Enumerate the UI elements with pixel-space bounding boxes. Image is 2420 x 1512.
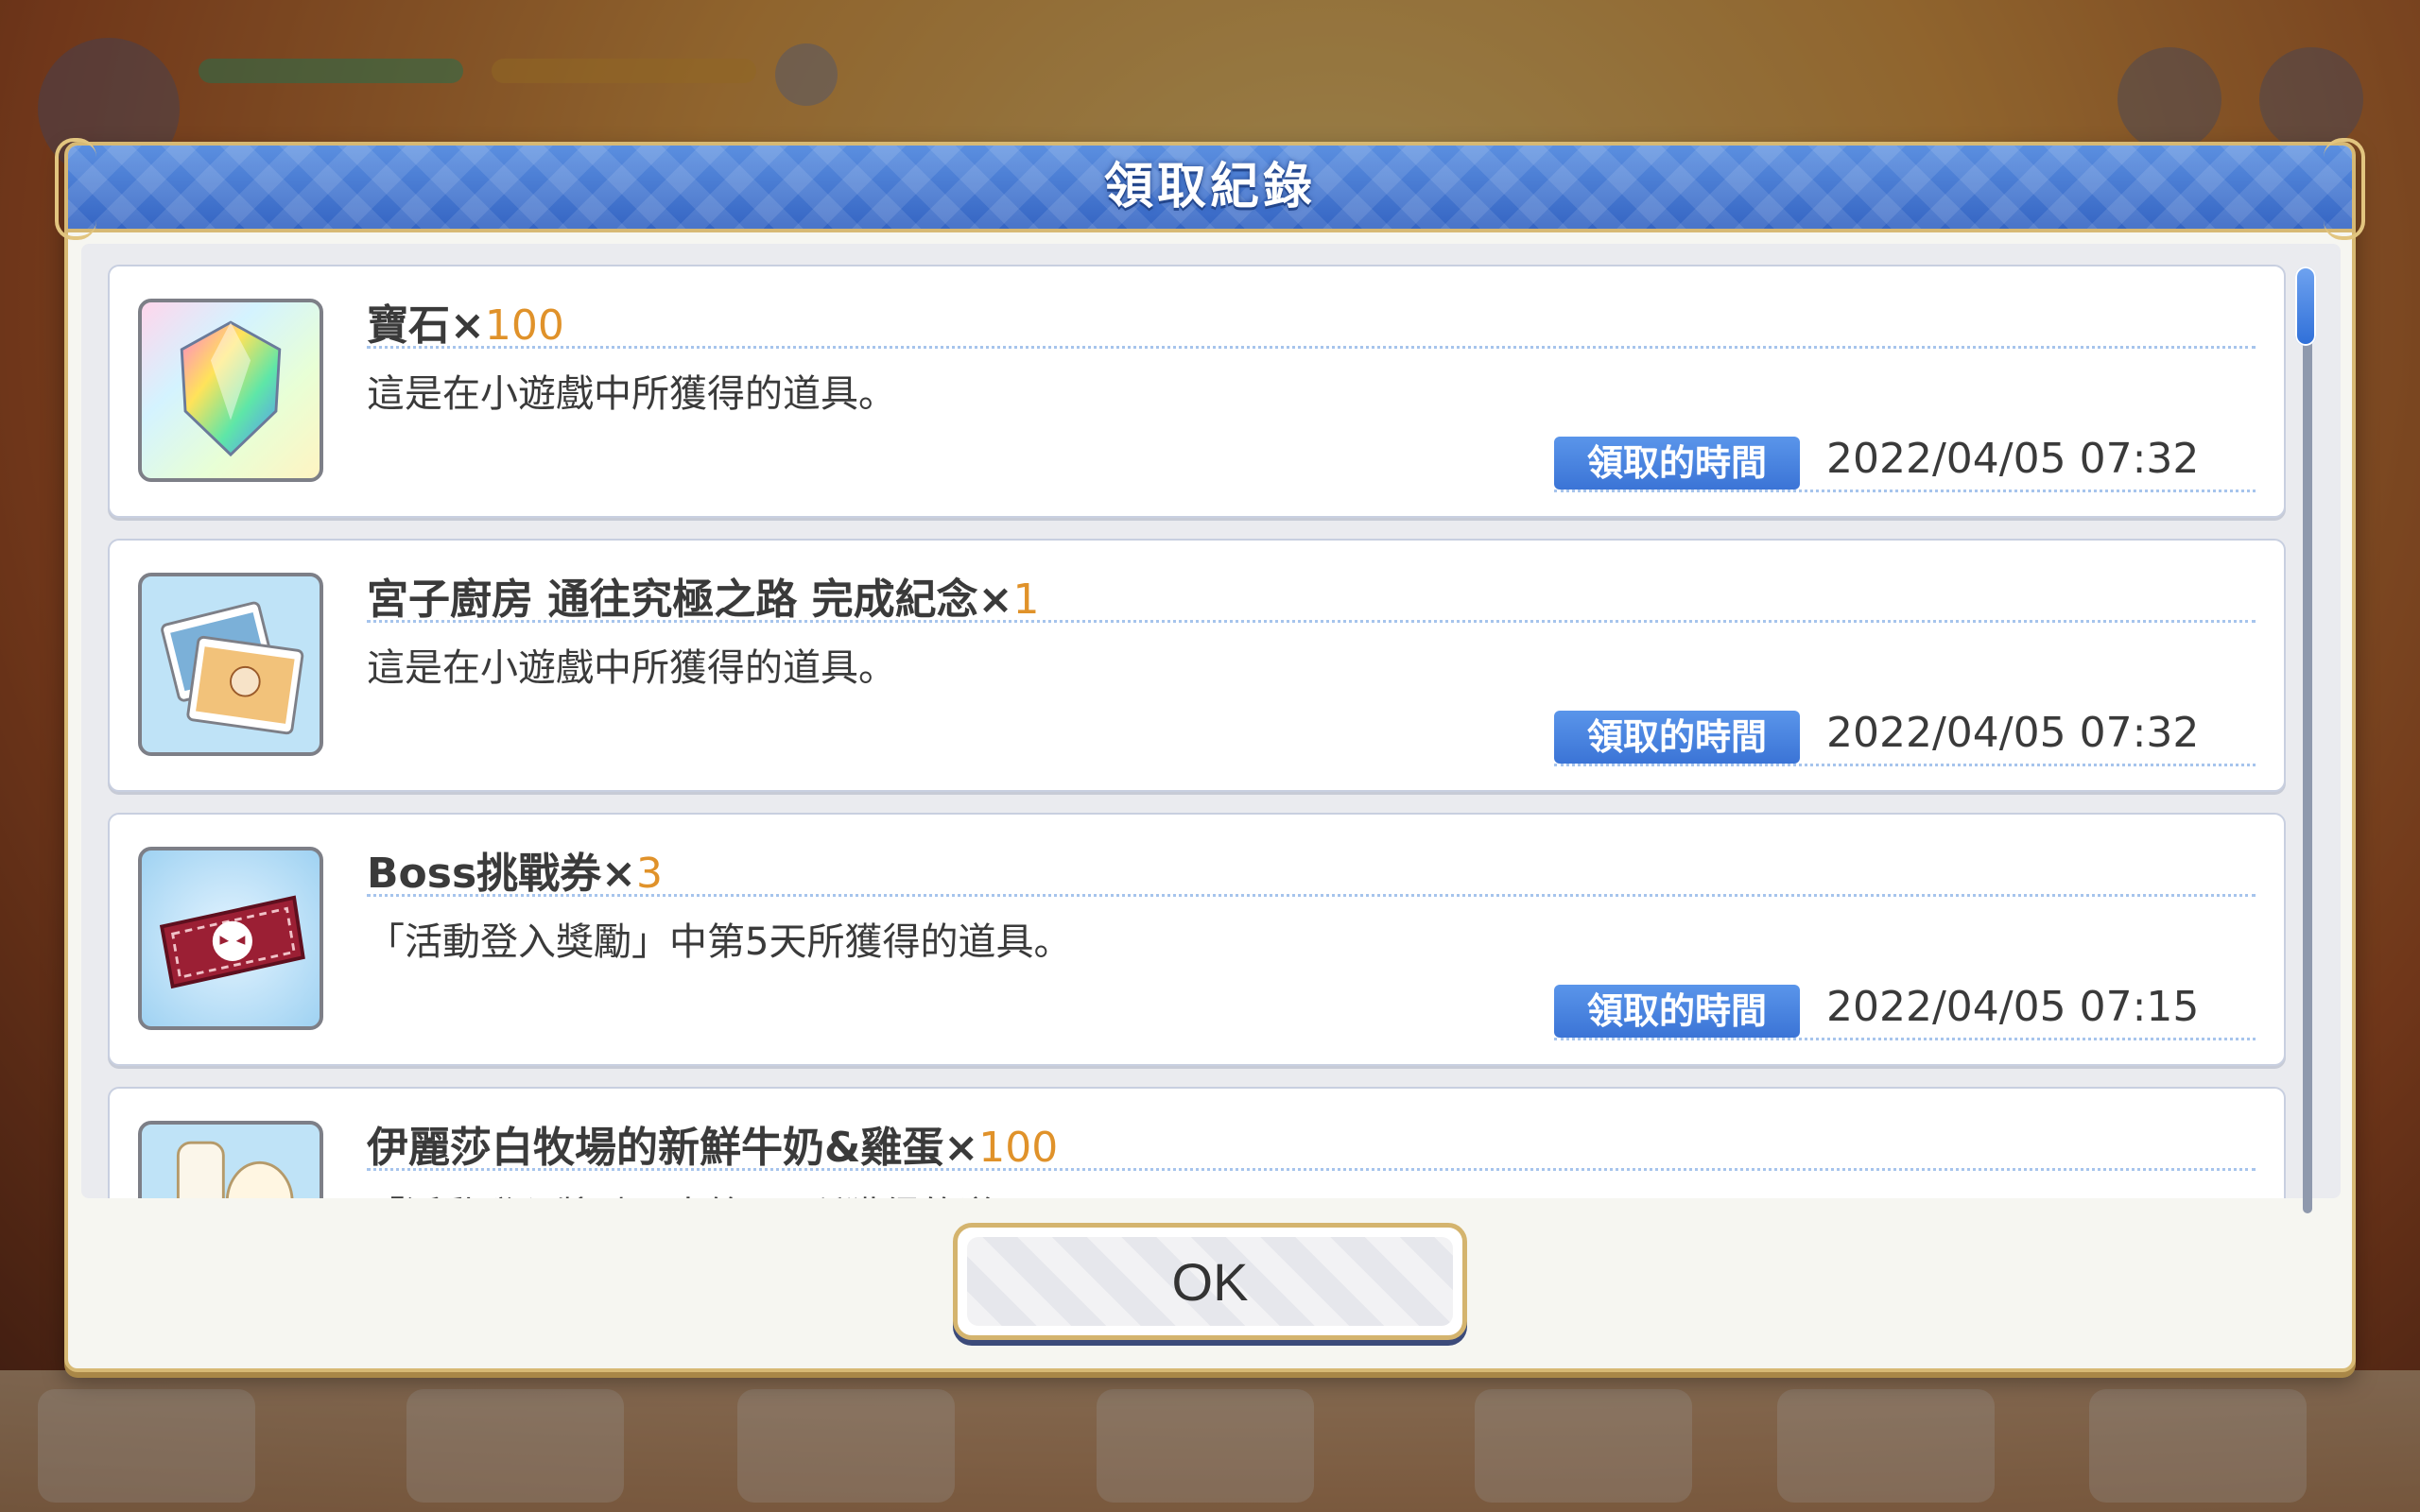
dialog-title: 領取紀錄 <box>1103 159 1316 215</box>
claim-time-value: 2022/04/05 07:32 <box>1826 435 2200 483</box>
divider <box>1554 1038 2256 1040</box>
item-quantity: 1 <box>1012 576 1040 624</box>
claim-time-label: 領取的時間 <box>1554 437 1800 490</box>
item-quantity: 100 <box>978 1124 1059 1172</box>
boss-ticket-icon <box>138 847 323 1030</box>
claim-history-dialog: 領取紀錄 寶石×100 這是在小遊戲中所獲得的道具。 領取的時間 2022/04… <box>55 138 2365 1372</box>
divider <box>367 346 2256 349</box>
divider <box>367 1168 2256 1171</box>
list-item: 寶石×100 這是在小遊戲中所獲得的道具。 領取的時間 2022/04/05 0… <box>108 265 2286 518</box>
item-description: 「活動登入獎勵」中第7天所獲得的道具。 <box>367 1185 1071 1198</box>
divider <box>367 894 2256 897</box>
scrollbar-thumb[interactable] <box>2295 266 2316 346</box>
milk-egg-icon <box>138 1121 323 1198</box>
item-description: 「活動登入獎勵」中第5天所獲得的道具。 <box>367 920 1072 964</box>
photo-memento-icon <box>138 573 323 756</box>
item-name: Boss挑戰券×3 <box>367 850 664 898</box>
item-quantity: 100 <box>484 301 564 350</box>
divider <box>1554 490 2256 492</box>
ok-button-label: OK <box>967 1237 1453 1326</box>
list-item: 伊麗莎白牧場的新鮮牛奶&雞蛋×100 「活動登入獎勵」中第7天所獲得的道具。 <box>108 1087 2286 1198</box>
item-name: 伊麗莎白牧場的新鮮牛奶&雞蛋×100 <box>367 1124 1059 1172</box>
list-item: 宮子廚房 通往究極之路 完成紀念×1 這是在小遊戲中所獲得的道具。 領取的時間 … <box>108 539 2286 792</box>
ok-button[interactable]: OK <box>953 1223 1467 1340</box>
claim-time-value: 2022/04/05 07:15 <box>1826 983 2200 1031</box>
item-name: 寶石×100 <box>367 301 564 350</box>
claim-time-label: 領取的時間 <box>1554 711 1800 764</box>
claim-time-value: 2022/04/05 07:32 <box>1826 709 2200 757</box>
item-description: 這是在小遊戲中所獲得的道具。 <box>367 372 896 416</box>
record-list[interactable]: 寶石×100 這是在小遊戲中所獲得的道具。 領取的時間 2022/04/05 0… <box>81 244 2341 1198</box>
item-quantity: 3 <box>636 850 664 898</box>
divider <box>367 620 2256 623</box>
claim-time-label: 領取的時間 <box>1554 985 1800 1038</box>
scrollbar-track[interactable] <box>2303 268 2312 1213</box>
gem-icon <box>138 299 323 482</box>
divider <box>1554 764 2256 766</box>
item-name: 宮子廚房 通往究極之路 完成紀念×1 <box>367 576 1040 624</box>
item-description: 這是在小遊戲中所獲得的道具。 <box>367 646 896 690</box>
list-item: Boss挑戰券×3 「活動登入獎勵」中第5天所獲得的道具。 領取的時間 2022… <box>108 813 2286 1066</box>
dialog-title-bar: 領取紀錄 <box>55 138 2365 240</box>
